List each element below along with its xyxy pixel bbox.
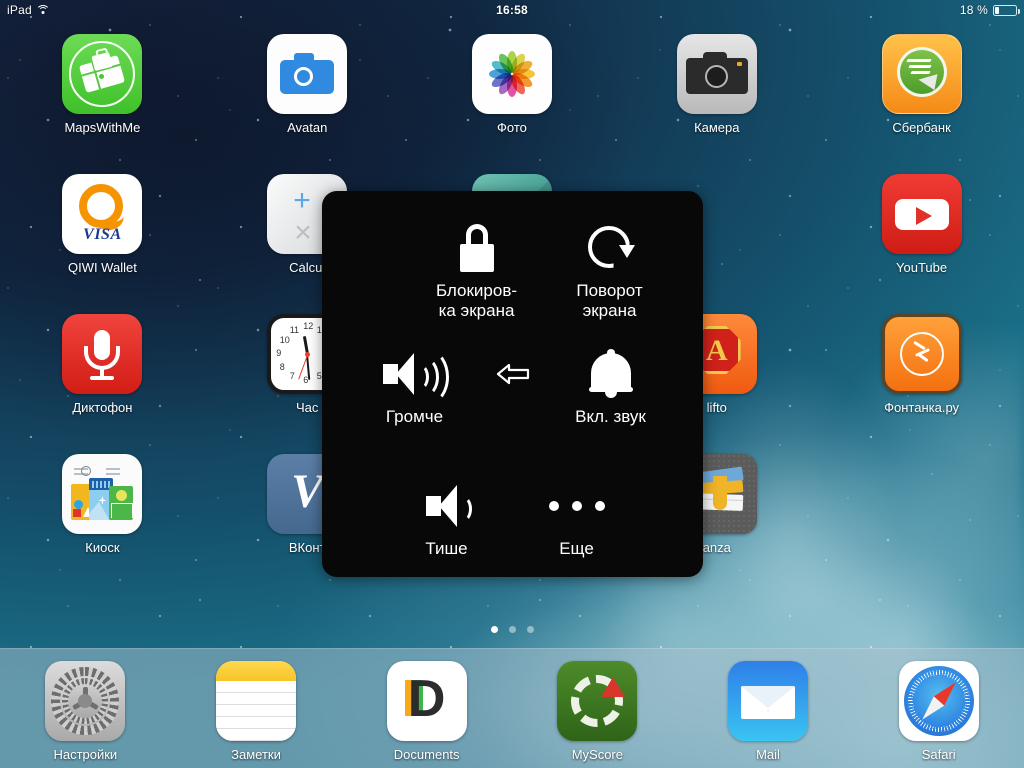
dock-item-mail[interactable]: Mail: [683, 661, 854, 768]
documents-icon[interactable]: D: [386, 661, 467, 741]
mapswithme-icon[interactable]: [62, 34, 143, 114]
dock-item-label: Documents: [393, 747, 460, 762]
app-qiwi-wallet[interactable]: VISA QIWI Wallet: [0, 174, 205, 314]
battery-percent-label: 18 %: [959, 3, 988, 17]
avatan-icon[interactable]: [267, 34, 348, 114]
newsstand-icon[interactable]: [62, 454, 143, 534]
rotate-icon: [517, 215, 702, 281]
battery-icon: [993, 4, 1020, 16]
app-fontanka[interactable]: Фонтанка.ру: [819, 314, 1024, 454]
app-sberbank[interactable]: Сбербанк: [819, 34, 1024, 174]
app-grid-empty-slot: [819, 454, 1024, 594]
app-label: YouTube: [896, 260, 948, 275]
app-label: lifto: [706, 400, 727, 415]
app-label: Час: [295, 400, 319, 415]
app-label: Сбербанк: [892, 120, 951, 135]
ipad-home-screen: iPad 16:58 18 % MapsWithMe Avatan Фото К…: [0, 0, 1024, 768]
clock-numeral: 11: [289, 324, 300, 335]
status-bar-clock: 16:58: [496, 3, 528, 17]
app-label: MapsWithMe: [64, 120, 141, 135]
app-label: Диктофон: [72, 400, 133, 415]
app-label: QIWI Wallet: [67, 260, 137, 275]
battery-fill: [995, 6, 999, 14]
status-bar: iPad 16:58 18 %: [0, 0, 1024, 20]
youtube-icon[interactable]: [881, 174, 962, 254]
app-label: Фото: [497, 120, 527, 135]
dock-item-label: Заметки: [231, 747, 281, 762]
assistive-rotate-screen-button[interactable]: Поворот экрана: [517, 215, 702, 321]
camera-icon[interactable]: [676, 34, 757, 114]
notes-icon[interactable]: [216, 661, 296, 741]
app-camera[interactable]: Камера: [614, 34, 819, 174]
dock-item-label: MyScore: [571, 747, 623, 762]
app-label: Calcul: [289, 260, 326, 275]
clock-numeral: 9: [276, 348, 282, 358]
voice-memos-icon[interactable]: [62, 314, 143, 394]
safari-icon[interactable]: [898, 661, 979, 741]
app-label: Камера: [694, 120, 740, 135]
app-mapswithme[interactable]: MapsWithMe: [0, 34, 205, 174]
qiwi-wallet-icon[interactable]: VISA: [62, 174, 143, 254]
more-dots-icon: [484, 473, 669, 539]
app-photos[interactable]: Фото: [410, 34, 615, 174]
app-youtube[interactable]: YouTube: [819, 174, 1024, 314]
app-voice-memos[interactable]: Диктофон: [0, 314, 205, 454]
clock-numeral: 7: [289, 371, 295, 382]
dock-item-myscore[interactable]: MyScore: [512, 661, 683, 768]
status-bar-right: 18 %: [959, 3, 1020, 17]
clock-numeral: 12: [303, 321, 314, 331]
settings-icon[interactable]: [45, 661, 126, 741]
app-label: Фонтанка.ру: [884, 400, 960, 415]
dock: Настройки Заметки D Documents MyScore Ma…: [0, 648, 1024, 768]
clock-numeral: 5: [316, 371, 322, 382]
dock-item-safari[interactable]: Safari: [853, 661, 1024, 768]
app-avatan[interactable]: Avatan: [205, 34, 410, 174]
app-newsstand[interactable]: Киоск: [0, 454, 205, 594]
assistive-sound-on-button[interactable]: Вкл. звук: [518, 341, 703, 427]
page-indicator[interactable]: [0, 626, 1024, 633]
myscore-icon[interactable]: [557, 661, 638, 741]
clock-numeral: 8: [279, 361, 285, 372]
dock-item-label: Safari: [921, 747, 956, 762]
assistive-sound-on-label: Вкл. звук: [575, 407, 646, 426]
page-dot[interactable]: [490, 626, 498, 633]
assistive-volume-up-label: Громче: [385, 407, 444, 426]
page-dot[interactable]: [526, 626, 534, 633]
assistive-more-label: Еще: [559, 539, 594, 558]
app-label: ВКонт: [288, 540, 326, 555]
dock-item-notes[interactable]: Заметки: [171, 661, 342, 768]
dock-item-settings[interactable]: Настройки: [0, 661, 171, 768]
assistive-touch-panel: Блокиров- ка экрана Поворот экрана Громч…: [322, 191, 703, 577]
bell-icon: [518, 341, 703, 407]
assistive-rotate-screen-label: Поворот экрана: [576, 281, 643, 320]
dock-item-documents[interactable]: D Documents: [341, 661, 512, 768]
clock-numeral: 1: [316, 324, 322, 335]
assistive-more-button[interactable]: Еще: [484, 473, 669, 559]
fontanka-icon[interactable]: [881, 314, 962, 394]
app-row: MapsWithMe Avatan Фото Камера Сбербанк: [0, 34, 1024, 174]
dock-item-label: Mail: [756, 747, 780, 762]
dock-item-label: Настройки: [53, 747, 118, 762]
dock-row: Настройки Заметки D Documents MyScore Ma…: [0, 649, 1024, 768]
page-dot[interactable]: [508, 626, 516, 633]
photos-icon[interactable]: [471, 34, 552, 114]
app-label: Avatan: [287, 120, 328, 135]
app-label: Киоск: [85, 540, 120, 555]
clock-numeral: 10: [279, 334, 290, 345]
app-label: anza: [702, 540, 731, 555]
sberbank-icon[interactable]: [881, 34, 962, 114]
mail-icon[interactable]: [728, 661, 809, 741]
